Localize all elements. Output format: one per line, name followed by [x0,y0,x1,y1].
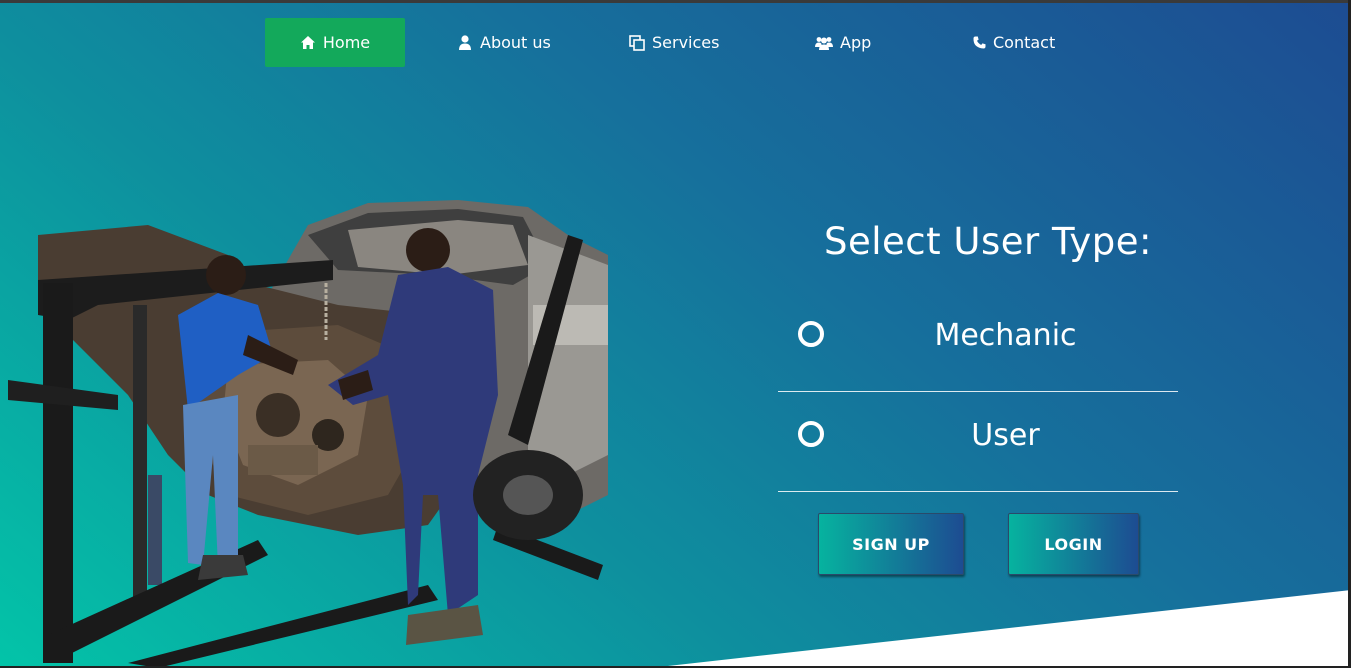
top-border [0,0,1351,3]
mechanic-radio[interactable] [798,321,824,347]
nav-app-label: App [840,33,872,52]
copy-icon [629,34,645,51]
option-user[interactable]: User [778,391,1178,492]
signup-button[interactable]: SIGN UP [818,513,964,575]
login-button[interactable]: LOGIN [1008,513,1139,575]
mechanic-label: Mechanic [934,318,1077,353]
user-label: User [971,418,1040,453]
user-icon [457,35,473,51]
main-nav: Home About us Services App Contact [0,18,1351,67]
option-mechanic[interactable]: Mechanic [778,291,1178,392]
nav-app[interactable]: App [815,18,871,67]
nav-about[interactable]: About us [457,18,551,67]
nav-services-label: Services [652,33,720,52]
nav-home[interactable]: Home [265,18,405,67]
mechanics-hero-image [8,200,608,668]
nav-home-label: Home [322,33,371,52]
nav-contact-label: Contact [993,33,1056,52]
nav-contact[interactable]: Contact [972,18,1055,67]
nav-about-label: About us [480,33,551,52]
select-user-type-title: Select User Type: [824,220,1152,263]
user-radio[interactable] [798,421,824,447]
users-icon [815,35,833,51]
home-icon [300,35,316,51]
nav-services[interactable]: Services [629,18,719,67]
phone-icon [972,35,986,51]
